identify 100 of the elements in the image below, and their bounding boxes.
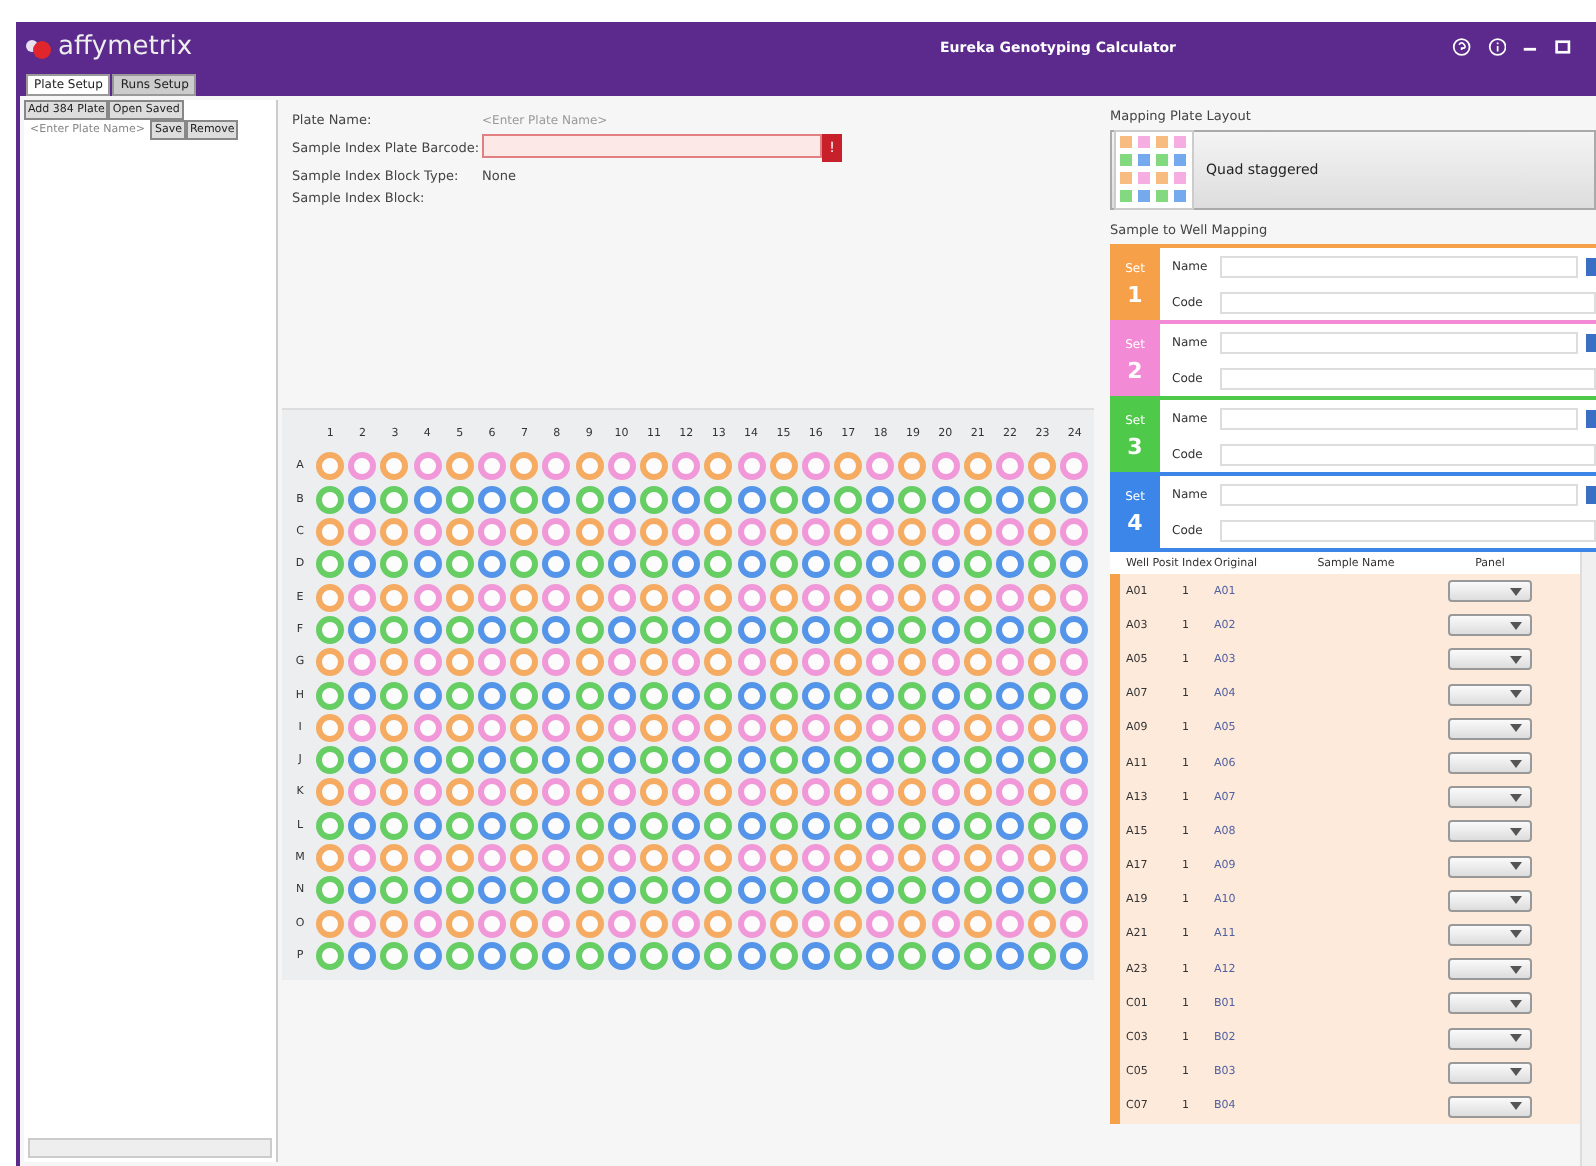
well[interactable] [380, 909, 409, 938]
well[interactable] [316, 550, 345, 579]
well[interactable] [737, 615, 766, 644]
well[interactable] [639, 746, 668, 775]
well[interactable] [1060, 550, 1089, 579]
well[interactable] [445, 518, 474, 547]
well[interactable] [866, 746, 895, 775]
well[interactable] [1060, 615, 1089, 644]
well[interactable] [639, 941, 668, 970]
well[interactable] [834, 518, 863, 547]
well[interactable] [866, 648, 895, 677]
well[interactable] [348, 713, 377, 742]
well[interactable] [737, 941, 766, 970]
well[interactable] [639, 518, 668, 547]
name-field[interactable] [1220, 483, 1578, 505]
well[interactable] [478, 876, 507, 905]
well[interactable] [931, 876, 960, 905]
well[interactable] [478, 909, 507, 938]
well[interactable] [801, 485, 830, 514]
well[interactable] [413, 681, 442, 710]
dropdown-button[interactable] [1586, 333, 1596, 351]
well[interactable] [607, 811, 636, 840]
well[interactable] [996, 811, 1025, 840]
well[interactable] [445, 648, 474, 677]
well[interactable] [834, 648, 863, 677]
well[interactable] [898, 746, 927, 775]
well[interactable] [1028, 615, 1057, 644]
well[interactable] [931, 550, 960, 579]
well[interactable] [639, 550, 668, 579]
well[interactable] [737, 909, 766, 938]
well[interactable] [672, 518, 701, 547]
well[interactable] [316, 876, 345, 905]
panel-dropdown[interactable] [1448, 992, 1532, 1015]
well[interactable] [542, 811, 571, 840]
well[interactable] [348, 583, 377, 612]
well[interactable] [478, 485, 507, 514]
well[interactable] [704, 844, 733, 872]
well[interactable] [801, 550, 830, 579]
well[interactable] [348, 550, 377, 579]
well[interactable] [348, 518, 377, 547]
well[interactable] [704, 452, 733, 481]
well[interactable] [607, 550, 636, 579]
well[interactable] [704, 648, 733, 677]
well[interactable] [737, 681, 766, 710]
well[interactable] [478, 452, 507, 481]
well[interactable] [672, 648, 701, 677]
well[interactable] [445, 778, 474, 807]
well[interactable] [445, 876, 474, 905]
well[interactable] [866, 583, 895, 612]
panel-dropdown[interactable] [1448, 786, 1532, 809]
well[interactable] [316, 485, 345, 514]
well[interactable] [704, 583, 733, 612]
well[interactable] [769, 518, 798, 547]
well[interactable] [931, 648, 960, 677]
well[interactable] [801, 778, 830, 807]
well[interactable] [607, 583, 636, 612]
maximize-icon[interactable] [1554, 36, 1572, 58]
well[interactable] [704, 811, 733, 840]
well[interactable] [413, 941, 442, 970]
well[interactable] [413, 746, 442, 775]
panel-dropdown[interactable] [1448, 1061, 1532, 1084]
well[interactable] [607, 452, 636, 481]
well[interactable] [1060, 909, 1089, 938]
well[interactable] [737, 550, 766, 579]
well[interactable] [510, 811, 539, 840]
well[interactable] [510, 615, 539, 644]
well[interactable] [316, 681, 345, 710]
well[interactable] [542, 583, 571, 612]
well[interactable] [380, 876, 409, 905]
well[interactable] [348, 778, 377, 807]
well[interactable] [607, 876, 636, 905]
panel-dropdown[interactable] [1448, 1027, 1532, 1050]
well[interactable] [996, 550, 1025, 579]
well[interactable] [866, 941, 895, 970]
well[interactable] [834, 713, 863, 742]
well[interactable] [834, 485, 863, 514]
well[interactable] [1028, 746, 1057, 775]
well[interactable] [769, 648, 798, 677]
well[interactable] [542, 681, 571, 710]
well[interactable] [348, 811, 377, 840]
well[interactable] [1028, 909, 1057, 938]
well[interactable] [639, 485, 668, 514]
code-field[interactable] [1220, 291, 1596, 313]
well[interactable] [607, 681, 636, 710]
well[interactable] [607, 844, 636, 872]
well[interactable] [316, 648, 345, 677]
panel-dropdown[interactable] [1448, 752, 1532, 775]
panel-dropdown[interactable] [1448, 923, 1532, 946]
well[interactable] [898, 485, 927, 514]
well[interactable] [996, 681, 1025, 710]
name-field[interactable] [1220, 331, 1578, 353]
well[interactable] [1028, 452, 1057, 481]
well[interactable] [963, 844, 992, 872]
well[interactable] [931, 583, 960, 612]
well[interactable] [834, 615, 863, 644]
well[interactable] [1028, 713, 1057, 742]
well[interactable] [769, 778, 798, 807]
well[interactable] [769, 452, 798, 481]
well[interactable] [510, 778, 539, 807]
well[interactable] [963, 876, 992, 905]
